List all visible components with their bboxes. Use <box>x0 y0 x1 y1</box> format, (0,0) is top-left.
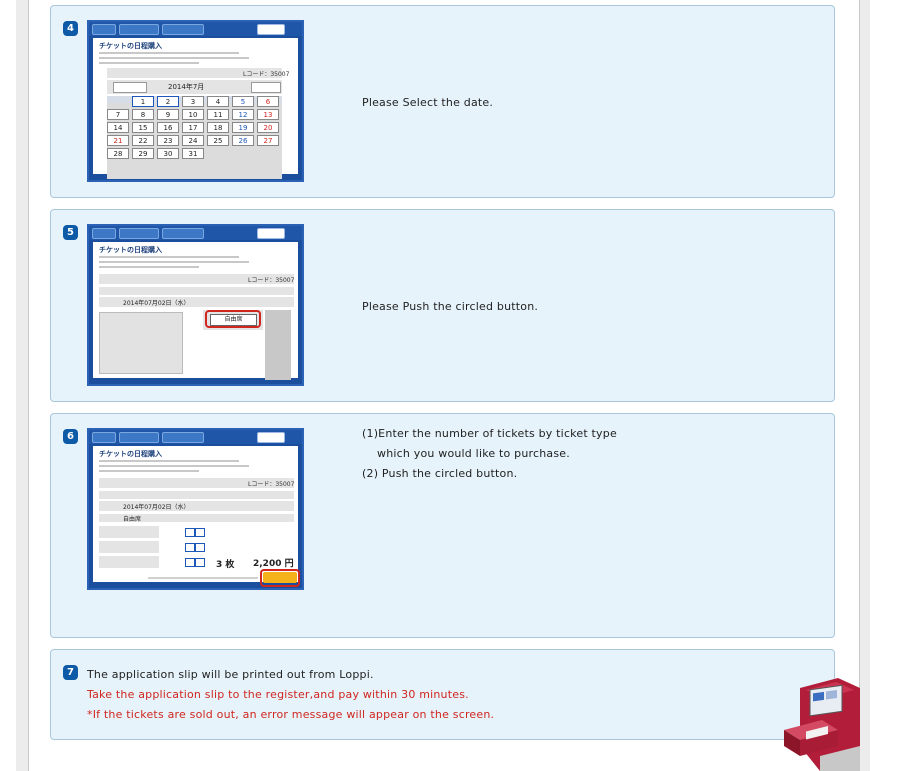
kiosk-title: チケットの日程購入 <box>99 450 162 458</box>
calendar-day[interactable]: 27 <box>257 135 279 146</box>
total-price: 2,200 円 <box>253 559 294 569</box>
next-month-button[interactable] <box>251 82 281 93</box>
calendar-day[interactable]: 11 <box>207 109 229 120</box>
event-image-placeholder-icon <box>99 312 183 374</box>
kiosk-screen: チケットの日程購入 Lコード：35007 2014年07月02日（水） 自由席 … <box>93 446 300 587</box>
step-6-panel: 6 チケットの日程購入 Lコード：35007 2014年07月02日（水） 自由… <box>50 413 835 638</box>
calendar-day[interactable]: 28 <box>107 148 129 159</box>
calendar-day[interactable]: 30 <box>157 148 179 159</box>
calendar-day[interactable]: 22 <box>132 135 154 146</box>
step-5-badge: 5 <box>63 225 78 240</box>
kiosk-toolbar <box>89 22 302 36</box>
kiosk-screen: チケットの日程購入 Lコード：35007 2014年07月02日（水） 自由席 <box>93 242 298 380</box>
step-7-panel: 7 The application slip will be printed o… <box>50 649 835 740</box>
calendar-day[interactable]: 21 <box>107 135 129 146</box>
lcode-label: Lコード：35007 <box>248 277 295 284</box>
step-5-screenshot: チケットの日程購入 Lコード：35007 2014年07月02日（水） 自由席 <box>87 224 304 386</box>
step-6-line-2: which you would like to purchase. <box>377 447 570 460</box>
event-date: 2014年07月02日（水） <box>123 504 190 511</box>
calendar-day[interactable]: 14 <box>107 122 129 133</box>
step-5-panel: 5 チケットの日程購入 Lコード：35007 2014年07月02日（水） 自由… <box>50 209 835 402</box>
calendar-day[interactable]: 7 <box>107 109 129 120</box>
prev-month-button[interactable] <box>113 82 147 93</box>
step-4-panel: 4 チケットの日程購入 Lコード：35007 2014年7月 123456789… <box>50 5 835 198</box>
calendar-day[interactable]: 3 <box>182 96 204 107</box>
step-6-badge: 6 <box>63 429 78 444</box>
kiosk-title: チケットの日程購入 <box>99 246 162 254</box>
calendar-day[interactable]: 26 <box>232 135 254 146</box>
step-7-line-1: The application slip will be printed out… <box>87 668 374 681</box>
loppi-kiosk-icon <box>784 678 860 771</box>
calendar-day[interactable]: 1 <box>132 96 154 107</box>
step-4-instruction: Please Select the date. <box>362 96 494 109</box>
calendar-day[interactable]: 15 <box>132 122 154 133</box>
step-6-line-3: (2) Push the circled button. <box>362 467 518 480</box>
calendar-day[interactable]: 4 <box>207 96 229 107</box>
calendar-day[interactable]: 23 <box>157 135 179 146</box>
seat-type-label: 自由席 <box>123 516 142 523</box>
month-label: 2014年7月 <box>168 83 205 91</box>
step-5-instruction: Please Push the circled button. <box>362 300 539 313</box>
calendar-day[interactable]: 19 <box>232 122 254 133</box>
calendar-day[interactable]: 20 <box>257 122 279 133</box>
calendar-day[interactable]: 10 <box>182 109 204 120</box>
total-quantity: 3 枚 <box>216 560 235 570</box>
step-6-screenshot: チケットの日程購入 Lコード：35007 2014年07月02日（水） 自由席 … <box>87 428 304 590</box>
step-6-line-1: (1)Enter the number of tickets by ticket… <box>362 427 617 440</box>
calendar-day[interactable]: 18 <box>207 122 229 133</box>
circle-highlight <box>205 310 261 328</box>
calendar-day[interactable]: 12 <box>232 109 254 120</box>
calendar-day[interactable]: 24 <box>182 135 204 146</box>
calendar-day[interactable]: 17 <box>182 122 204 133</box>
step-4-badge: 4 <box>63 21 78 36</box>
step-7-line-3: *If the tickets are sold out, an error m… <box>87 708 495 721</box>
calendar-day[interactable]: 13 <box>257 109 279 120</box>
calendar-day[interactable]: 25 <box>207 135 229 146</box>
calendar-day[interactable]: 16 <box>157 122 179 133</box>
circle-highlight <box>260 569 300 587</box>
kiosk-title: チケットの日程購入 <box>99 42 162 50</box>
calendar-day[interactable]: 31 <box>182 148 204 159</box>
lcode-label: Lコード：35007 <box>248 481 295 488</box>
step-7-line-2: Take the application slip to the registe… <box>87 688 469 701</box>
kiosk-toolbar <box>89 430 302 444</box>
calendar-day[interactable]: 5 <box>232 96 254 107</box>
calendar-day[interactable]: 6 <box>257 96 279 107</box>
event-date: 2014年07月02日（水） <box>123 300 190 307</box>
step-4-screenshot: チケットの日程購入 Lコード：35007 2014年7月 1 2 3 4 5 6 7 8 9 10… <box>87 20 304 182</box>
lcode-label: Lコード：35007 <box>243 71 290 78</box>
calendar-day[interactable]: 9 <box>157 109 179 120</box>
calendar-day[interactable]: 29 <box>132 148 154 159</box>
step-7-badge: 7 <box>63 665 78 680</box>
calendar-day[interactable]: 8 <box>132 109 154 120</box>
calendar-day[interactable]: 2 <box>157 96 179 107</box>
kiosk-toolbar <box>89 226 302 240</box>
